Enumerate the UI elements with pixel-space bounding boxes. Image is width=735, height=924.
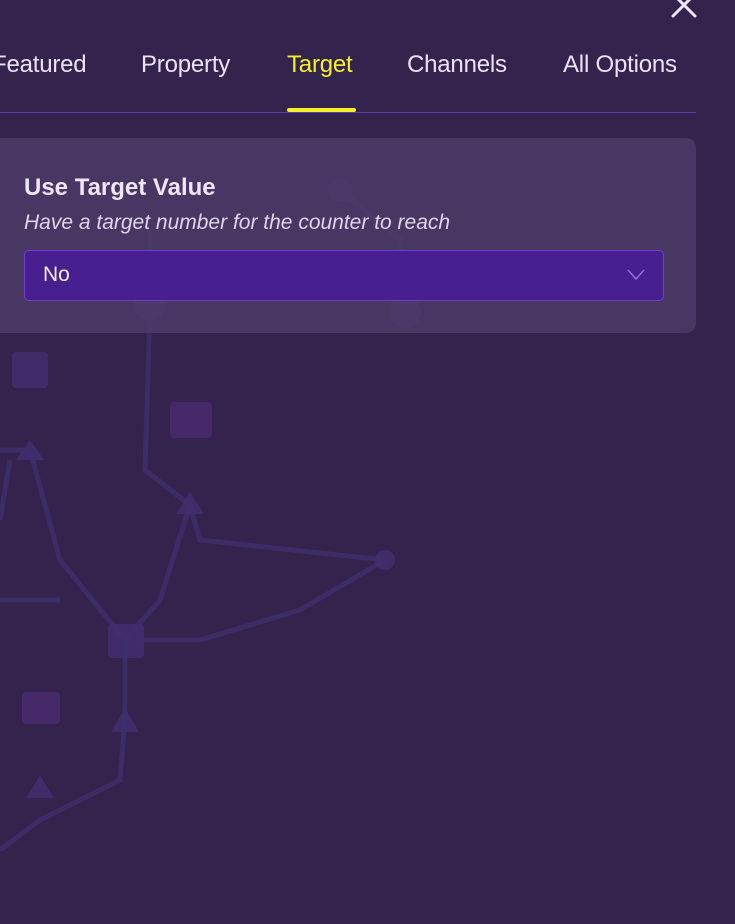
- tab-featured[interactable]: Featured: [0, 51, 87, 79]
- close-icon: [671, 0, 697, 18]
- chevron-down-icon: [627, 269, 645, 281]
- tab-all-options[interactable]: All Options: [563, 51, 677, 79]
- tab-property[interactable]: Property: [141, 51, 230, 79]
- tab-bar: Featured Property Target Channels All Op…: [0, 40, 696, 112]
- settings-panel: Featured Property Target Channels All Op…: [0, 0, 735, 924]
- select-value: No: [43, 263, 70, 286]
- tab-divider: [0, 112, 696, 113]
- setting-title: Use Target Value: [24, 174, 216, 201]
- setting-description: Have a target number for the counter to …: [24, 211, 451, 234]
- target-value-select[interactable]: No: [24, 250, 664, 301]
- close-button[interactable]: [664, 0, 704, 24]
- setting-card: Use Target Value Have a target number fo…: [0, 138, 696, 333]
- tab-target[interactable]: Target: [287, 51, 353, 79]
- tab-channels[interactable]: Channels: [407, 51, 507, 79]
